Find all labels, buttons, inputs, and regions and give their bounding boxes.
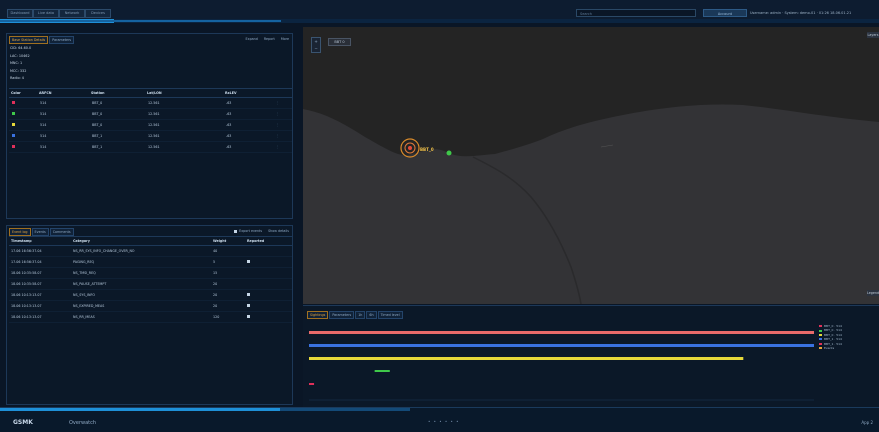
tab-sightings[interactable]: Sightings — [307, 311, 329, 319]
map-view[interactable]: + − BBT 0 Layers Legend BBT_0 — [303, 27, 879, 304]
color-swatch — [12, 112, 15, 115]
expand-button[interactable]: Expand — [246, 37, 258, 41]
app-name: Overwatch — [69, 420, 97, 426]
timeline-bar[interactable] — [374, 370, 390, 372]
cells-table: Color ARFCN Station Lat/LON RxLEV 514 BBT… — [9, 88, 292, 153]
table-row[interactable]: 18.06 10:13:13.07 NS_RR_MEAS 120 — [9, 312, 292, 323]
table-header: Color ARFCN Station Lat/LON RxLEV — [9, 88, 292, 98]
cells-panel: Base Station Details Parameters Expand R… — [6, 33, 293, 219]
activity-indicator: • • • • • • — [428, 419, 460, 424]
tab-network[interactable]: Network — [59, 9, 85, 18]
account-button[interactable]: Account — [703, 9, 747, 17]
color-swatch — [12, 101, 15, 104]
tab-devices[interactable]: Devices — [85, 9, 111, 18]
station-pin-label[interactable]: BBT_0 — [420, 147, 434, 152]
table-row[interactable]: 514 BBT_1 12.561 -63 ⋮ — [9, 131, 292, 142]
tab-parameters[interactable]: Parameters — [49, 36, 75, 44]
reported-check-icon — [247, 315, 250, 318]
color-swatch — [12, 134, 15, 137]
tab-base-station-details[interactable]: Base Station Details — [9, 36, 49, 44]
more-button[interactable]: More — [281, 37, 289, 41]
load-progress — [0, 19, 879, 23]
row-menu-icon[interactable]: ⋮ — [276, 112, 291, 116]
show-details-button[interactable]: Show details — [268, 229, 289, 233]
table-row[interactable]: 17.06 16:56:37.04 NS_RR_SYS_INFO_CHANGE_O… — [9, 246, 292, 257]
timeline-panel: Sightings Parameters 1h 6h Timed level B… — [303, 305, 879, 410]
color-swatch — [12, 123, 15, 126]
reported-check-icon — [247, 293, 250, 296]
session-status: Username: admin · System: demo-01 · 01:2… — [750, 11, 852, 15]
map-canvas — [303, 27, 879, 304]
version-label: App 2 — [861, 420, 873, 425]
zoom-control[interactable]: + − — [311, 37, 321, 53]
row-menu-icon[interactable]: ⋮ — [276, 123, 291, 127]
events-table: Timestamp Category Weight Reported 17.06… — [9, 236, 292, 323]
table-row[interactable]: 18.06 10:13:13.07 NS_EXPIRED_MEAS 20 — [9, 301, 292, 312]
row-menu-icon[interactable]: ⋮ — [276, 101, 291, 105]
reported-check-icon — [247, 260, 250, 263]
legend-swatch — [819, 338, 822, 341]
table-row[interactable]: 514 BBT_0 12.561 -63 ⋮ — [9, 98, 292, 109]
tab-1h[interactable]: 1h — [355, 311, 366, 319]
cell-info: CID: 64.60.0 LAC: 10462 MNC: 1 MCC: 332 … — [10, 46, 32, 80]
status-bar: GSMK Overwatch • • • • • • App 2 — [0, 407, 879, 432]
legend-swatch — [819, 329, 822, 332]
table-row[interactable]: 514 BBT_0 12.561 -63 ⋮ — [9, 120, 292, 131]
timeline-bar[interactable] — [309, 383, 315, 385]
events-panel: Event log Events Comments Export events … — [6, 225, 293, 405]
reported-check-icon — [247, 304, 250, 307]
top-bar: Dashboard Live data Network Devices Sear… — [0, 0, 879, 20]
status-progress — [0, 408, 280, 411]
row-menu-icon[interactable]: ⋮ — [276, 134, 291, 138]
tab-dashboard[interactable]: Dashboard — [7, 9, 33, 18]
brand-logo: GSMK — [13, 419, 33, 426]
legend-button[interactable]: Legend — [867, 290, 879, 296]
legend-item: Events — [819, 346, 842, 350]
report-button[interactable]: Report — [264, 37, 275, 41]
table-row[interactable]: 18.06 10:13:13.07 NS_SYS_INFO 20 — [9, 290, 292, 301]
search-input[interactable]: Search — [576, 9, 696, 17]
tab-timeline-parameters[interactable]: Parameters — [329, 311, 355, 319]
zoom-in-button[interactable]: + — [312, 38, 320, 45]
legend-swatch — [819, 347, 822, 350]
color-swatch — [12, 145, 15, 148]
timeline-bar[interactable] — [309, 344, 814, 347]
tab-live-data[interactable]: Live data — [33, 9, 59, 18]
timeline-legend: BBT_0 · 514 BBT_0 · 514 BBT_0 · 514 BBT_1 ·… — [819, 324, 842, 350]
zoom-out-button[interactable]: − — [312, 45, 320, 52]
legend-swatch — [819, 325, 822, 328]
tab-event-log[interactable]: Event log — [9, 228, 31, 236]
timeline-bar[interactable] — [309, 331, 814, 334]
table-row[interactable]: 18.06 10:35:58.07 NS_TMSI_REQ 15 — [9, 268, 292, 279]
tab-events[interactable]: Events — [31, 228, 49, 236]
selected-station-chip[interactable]: BBT 0 — [328, 38, 351, 46]
tab-6h[interactable]: 6h — [366, 311, 377, 319]
table-row[interactable]: 18.06 10:35:58.07 NS_PAUSE_ATTEMPT 20 — [9, 279, 292, 290]
legend-swatch — [819, 334, 822, 337]
timeline-chart[interactable] — [307, 320, 817, 410]
timeline-bar[interactable] — [309, 357, 744, 360]
table-row[interactable]: 17.06 16:56:37.04 PAGING_REQ 5 — [9, 257, 292, 268]
table-header: Timestamp Category Weight Reported — [9, 236, 292, 246]
tab-comments[interactable]: Comments — [49, 228, 74, 236]
export-events-button[interactable]: Export events — [234, 229, 262, 233]
tab-timed-level[interactable]: Timed level — [377, 311, 403, 319]
table-row[interactable]: 514 BBT_0 12.561 -63 ⋮ — [9, 109, 292, 120]
table-row[interactable]: 514 BBT_1 12.561 -63 ⋮ — [9, 142, 292, 153]
row-menu-icon[interactable]: ⋮ — [276, 145, 291, 149]
legend-swatch — [819, 342, 822, 345]
export-checkbox-icon — [234, 229, 238, 233]
layers-button[interactable]: Layers — [867, 32, 879, 38]
